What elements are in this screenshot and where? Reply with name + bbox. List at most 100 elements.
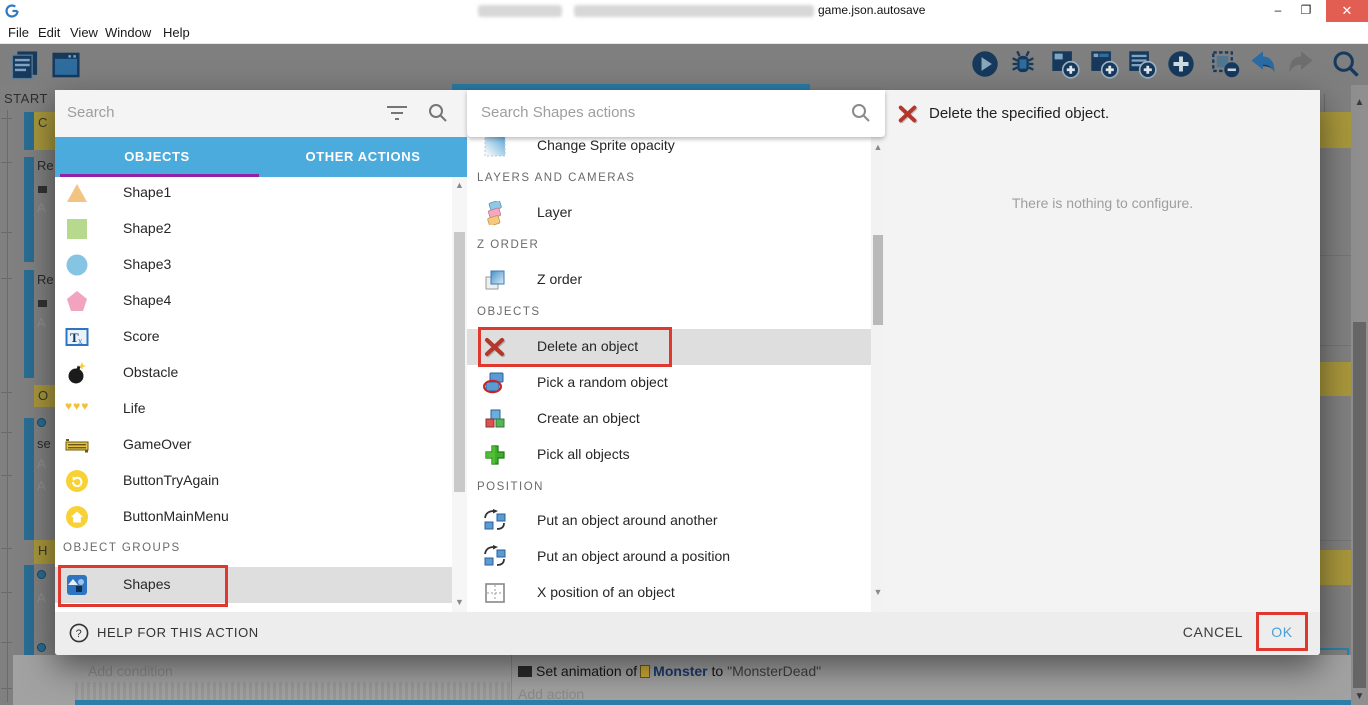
action-item-around-position[interactable]: Put an object around a position <box>467 539 871 575</box>
undo-icon[interactable] <box>1248 49 1278 79</box>
scrollbar-thumb[interactable] <box>454 232 465 492</box>
action-item-zorder[interactable]: Z order <box>467 262 871 298</box>
event-bar <box>24 418 34 540</box>
scrollbar-thumb[interactable] <box>873 235 883 325</box>
objects-search-bar: Search <box>55 90 467 137</box>
project-manager-icon[interactable] <box>10 49 42 81</box>
choose-event-icon[interactable] <box>1166 49 1196 79</box>
tab-objects[interactable]: OBJECTS <box>55 137 259 177</box>
preview-play-icon[interactable] <box>970 49 1000 79</box>
restore-button[interactable]: ❐ <box>1292 0 1320 22</box>
scroll-up-arrow[interactable]: ▲ <box>452 180 467 190</box>
event-text-fragment: Re <box>37 272 54 287</box>
search-icon[interactable] <box>427 102 449 124</box>
action-item-x-position[interactable]: X position of an object <box>467 575 871 611</box>
scroll-down-arrow[interactable]: ▼ <box>871 587 885 597</box>
behavior-icon <box>37 418 46 427</box>
actions-search-input[interactable]: Search Shapes actions <box>481 104 635 121</box>
menu-view[interactable]: View <box>70 25 98 40</box>
tree-tick <box>1 475 12 476</box>
event-text-fragment: A <box>37 590 46 605</box>
menu-file[interactable]: File <box>8 25 29 40</box>
object-item-buttontryagain[interactable]: ButtonTryAgain <box>55 463 452 499</box>
object-item-life[interactable]: ♥♥♥ Life <box>55 391 452 427</box>
tree-tick <box>1 232 12 233</box>
layer-icon <box>483 201 507 225</box>
action-item-pick-random[interactable]: Pick a random object <box>467 365 871 401</box>
scroll-up-arrow[interactable]: ▲ <box>1351 97 1368 108</box>
triangle-icon <box>65 181 89 205</box>
delete-event-icon[interactable] <box>1211 49 1241 79</box>
menu-help[interactable]: Help <box>163 25 190 40</box>
z-order-icon <box>483 268 507 292</box>
section-header-layers: LAYERS AND CAMERAS <box>477 172 635 184</box>
event-sheet-scrollbar[interactable]: ▲ ▼ <box>1351 85 1368 705</box>
minimize-button[interactable]: – <box>1264 0 1292 22</box>
object-item-obstacle[interactable]: Obstacle <box>55 355 452 391</box>
window-title: game.json.autosave <box>818 3 925 17</box>
action-item-layer[interactable]: Layer <box>467 195 871 231</box>
object-item-shape1[interactable]: Shape1 <box>55 175 452 211</box>
help-icon[interactable]: ? <box>69 623 89 643</box>
actions-list-scrollbar[interactable]: ▲ ▼ <box>871 137 885 612</box>
add-condition-button[interactable]: Add condition <box>88 663 173 679</box>
debug-icon[interactable] <box>1008 49 1038 79</box>
object-item-gameover[interactable]: GameOver <box>55 427 452 463</box>
help-for-action-link[interactable]: HELP FOR THIS ACTION <box>97 625 259 640</box>
menu-window[interactable]: Window <box>105 25 151 40</box>
instruction-editor-dialog: Search OBJECTS OTHER ACTIONS Shape1 Shap… <box>55 90 1320 655</box>
event-bar <box>24 270 34 378</box>
menu-edit[interactable]: Edit <box>38 25 60 40</box>
tab-start-page[interactable]: START <box>4 91 48 106</box>
scene-editor-icon[interactable] <box>50 49 82 81</box>
cancel-button[interactable]: CANCEL <box>1173 624 1253 640</box>
redo-icon[interactable] <box>1286 49 1316 79</box>
event-divider <box>1320 540 1351 541</box>
section-header-position: POSITION <box>477 481 544 493</box>
objects-search-input[interactable]: Search <box>67 104 115 121</box>
object-item-score[interactable]: T x Score <box>55 319 452 355</box>
put-around-icon <box>483 509 507 533</box>
annotation-box-shapes <box>58 565 228 607</box>
screen: game.json.autosave – ❐ ✕ File Edit View … <box>0 0 1368 705</box>
search-events-icon[interactable] <box>1331 49 1361 79</box>
toolbar <box>0 44 1368 85</box>
tab-other-actions[interactable]: OTHER ACTIONS <box>259 137 467 177</box>
event-text-fragment: A <box>37 478 46 493</box>
action-item-create-object[interactable]: Create an object <box>467 401 871 437</box>
filter-icon[interactable] <box>385 103 409 123</box>
action-set-animation[interactable]: Set animation ofMonster to "MonsterDead" <box>518 663 821 679</box>
action-title: Delete the specified object. <box>929 105 1109 122</box>
action-item-around-another[interactable]: Put an object around another <box>467 503 871 539</box>
add-subevent-icon[interactable] <box>1089 49 1119 79</box>
add-event-icon[interactable] <box>1050 49 1080 79</box>
pentagon-icon <box>65 289 89 313</box>
scrollbar-thumb[interactable] <box>1353 322 1366 688</box>
object-item-shape3[interactable]: Shape3 <box>55 247 452 283</box>
add-comment-icon[interactable] <box>1127 49 1157 79</box>
objects-list-scrollbar[interactable]: ▲ ▼ <box>452 177 467 612</box>
tree-tick <box>1 432 12 433</box>
animation-icon <box>518 666 532 677</box>
search-icon[interactable] <box>850 102 872 124</box>
object-item-buttonmainmenu[interactable]: ButtonMainMenu <box>55 499 452 535</box>
text-object-icon: T x <box>65 325 89 349</box>
action-item-pick-all[interactable]: Pick all objects <box>467 437 871 473</box>
gameover-text-icon <box>65 433 89 457</box>
scroll-down-arrow[interactable]: ▼ <box>1351 691 1368 702</box>
behavior-icon <box>37 643 46 652</box>
condition-header-fragment: H <box>34 540 55 564</box>
tree-tick <box>1 392 12 393</box>
put-around-icon <box>483 545 507 569</box>
object-item-shape2[interactable]: Shape2 <box>55 211 452 247</box>
scroll-down-arrow[interactable]: ▼ <box>452 597 467 607</box>
event-divider <box>1320 255 1351 256</box>
pick-random-icon <box>483 371 507 395</box>
event-text-fragment: A <box>37 315 46 330</box>
scroll-up-arrow[interactable]: ▲ <box>871 142 885 152</box>
folder-icon <box>38 300 47 307</box>
object-item-shape4[interactable]: Shape4 <box>55 283 452 319</box>
close-button[interactable]: ✕ <box>1326 0 1368 22</box>
event-tree-line <box>7 110 8 702</box>
object-groups-header: OBJECT GROUPS <box>63 542 181 554</box>
